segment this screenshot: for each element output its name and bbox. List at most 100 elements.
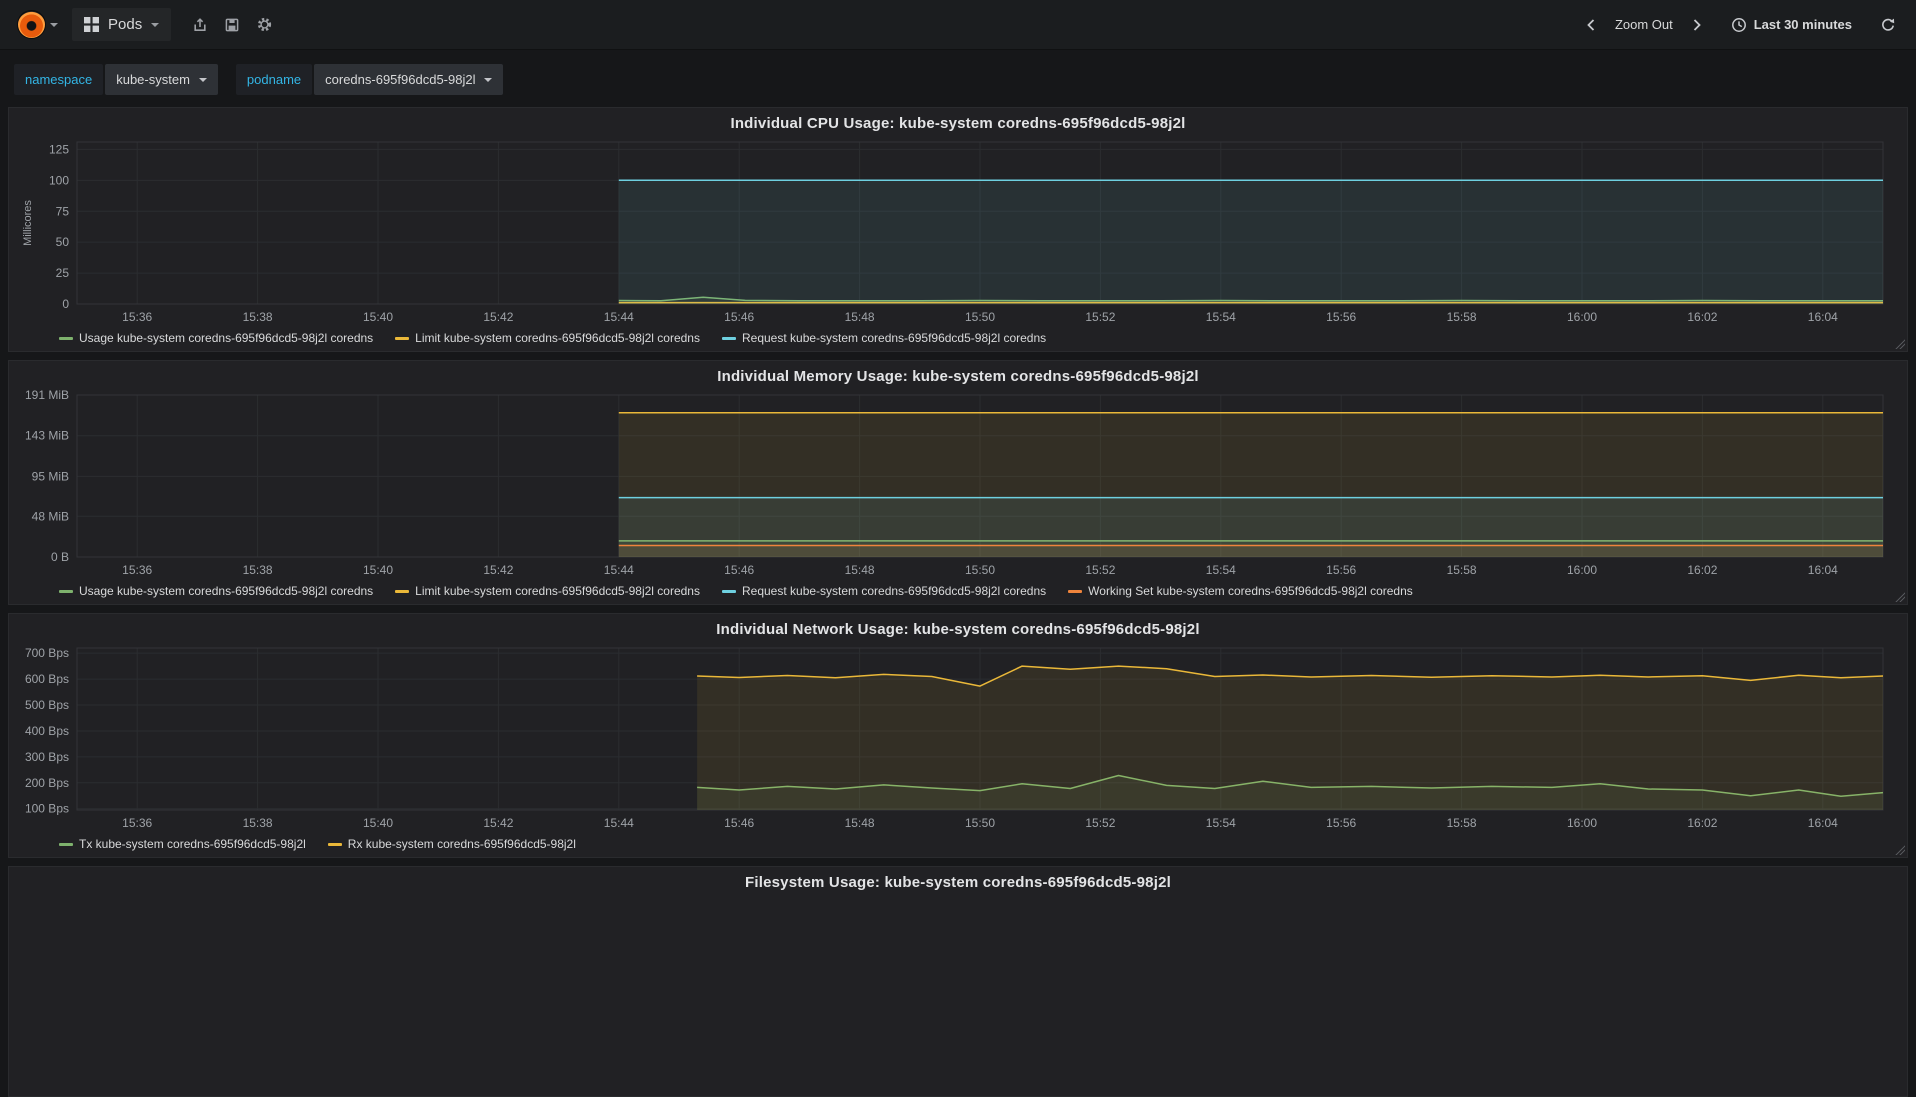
- panel-filesystem-usage: Filesystem Usage: kube-system coredns-69…: [8, 866, 1908, 1097]
- variable-podname-dropdown[interactable]: coredns-695f96dcd5-98j2l: [314, 64, 504, 95]
- legend-item[interactable]: Request kube-system coredns-695f96dcd5-9…: [721, 584, 1046, 598]
- svg-text:15:46: 15:46: [724, 563, 754, 577]
- svg-text:25: 25: [56, 266, 70, 280]
- svg-text:300 Bps: 300 Bps: [25, 750, 69, 764]
- dashboard-actions: [185, 10, 279, 40]
- time-range-label: Last 30 minutes: [1753, 17, 1852, 32]
- variable-podname: podname coredns-695f96dcd5-98j2l: [235, 64, 504, 95]
- svg-text:15:54: 15:54: [1206, 816, 1236, 830]
- svg-text:15:50: 15:50: [965, 816, 995, 830]
- legend-item[interactable]: Limit kube-system coredns-695f96dcd5-98j…: [395, 584, 700, 598]
- variable-podname-label: podname: [235, 64, 313, 95]
- legend-series-label: Tx kube-system coredns-695f96dcd5-98j2l: [79, 837, 306, 851]
- panel-network-usage: Individual Network Usage: kube-system co…: [8, 613, 1908, 858]
- svg-text:15:38: 15:38: [243, 816, 273, 830]
- time-shift-forward-button[interactable]: [1685, 12, 1709, 38]
- chart-canvas: 15:36 15:38 15:40 15:42 15:44 15:46 15:48 15:50…: [22, 141, 1884, 324]
- cpu-usage-chart[interactable]: 15:36 15:38 15:40 15:42 15:44 15:46 15:48 15:50…: [19, 134, 1897, 328]
- svg-text:16:00: 16:00: [1567, 816, 1597, 830]
- legend-item[interactable]: Working Set kube-system coredns-695f96dc…: [1068, 584, 1413, 598]
- panel-memory-usage: Individual Memory Usage: kube-system cor…: [8, 360, 1908, 605]
- grafana-menu-button[interactable]: [14, 11, 62, 38]
- time-shift-back-button[interactable]: [1579, 12, 1603, 38]
- panel-title[interactable]: Filesystem Usage: kube-system coredns-69…: [19, 869, 1897, 893]
- network-usage-chart[interactable]: 15:36 15:38 15:40 15:42 15:44 15:46 15:48 15:50…: [19, 640, 1897, 834]
- chevron-left-icon: [1585, 18, 1597, 32]
- panel-title[interactable]: Individual Memory Usage: kube-system cor…: [19, 363, 1897, 387]
- legend-item[interactable]: Request kube-system coredns-695f96dcd5-9…: [721, 331, 1047, 345]
- legend-series-label: Usage kube-system coredns-695f96dcd5-98j…: [79, 331, 374, 345]
- cpu-usage-legend: Usage kube-system coredns-695f96dcd5-98j…: [19, 328, 1897, 349]
- legend-series-label: Limit kube-system coredns-695f96dcd5-98j…: [415, 331, 700, 345]
- svg-text:700 Bps: 700 Bps: [25, 646, 69, 660]
- filesystem-usage-legend: [19, 1087, 1897, 1094]
- share-button[interactable]: [185, 10, 215, 40]
- svg-text:48 MiB: 48 MiB: [32, 509, 69, 523]
- svg-text:16:02: 16:02: [1687, 816, 1717, 830]
- legend-item[interactable]: Limit kube-system coredns-695f96dcd5-98j…: [395, 331, 700, 345]
- svg-text:15:58: 15:58: [1447, 310, 1477, 324]
- svg-text:400 Bps: 400 Bps: [25, 724, 69, 738]
- panel-resize-handle[interactable]: [1894, 591, 1905, 602]
- dashboard-picker-button[interactable]: Pods: [72, 8, 172, 41]
- zoom-out-button[interactable]: Zoom Out: [1609, 11, 1679, 38]
- svg-text:15:50: 15:50: [965, 563, 995, 577]
- svg-text:15:58: 15:58: [1447, 563, 1477, 577]
- legend-item[interactable]: Usage kube-system coredns-695f96dcd5-98j…: [59, 584, 373, 598]
- svg-text:15:42: 15:42: [483, 310, 513, 324]
- settings-button[interactable]: [249, 10, 279, 40]
- memory-usage-legend: Usage kube-system coredns-695f96dcd5-98j…: [19, 581, 1897, 602]
- svg-text:16:02: 16:02: [1687, 310, 1717, 324]
- save-button[interactable]: [217, 10, 247, 40]
- svg-text:143 MiB: 143 MiB: [25, 429, 69, 443]
- svg-text:50: 50: [56, 235, 70, 249]
- svg-text:75: 75: [56, 204, 70, 218]
- panel-resize-handle[interactable]: [1894, 338, 1905, 349]
- share-icon: [192, 17, 208, 33]
- time-range-picker[interactable]: Last 30 minutes: [1725, 11, 1858, 39]
- legend-series-color: [59, 842, 73, 846]
- variable-namespace-value: kube-system: [116, 72, 190, 87]
- svg-text:16:00: 16:00: [1567, 310, 1597, 324]
- svg-text:16:04: 16:04: [1808, 563, 1838, 577]
- svg-text:15:36: 15:36: [122, 310, 152, 324]
- svg-text:191 MiB: 191 MiB: [25, 388, 69, 402]
- svg-text:15:42: 15:42: [483, 816, 513, 830]
- panel-title[interactable]: Individual Network Usage: kube-system co…: [19, 616, 1897, 640]
- svg-text:16:04: 16:04: [1808, 310, 1838, 324]
- panel-resize-handle[interactable]: [1894, 844, 1905, 855]
- gear-icon: [256, 16, 273, 33]
- dashboard-panels: Individual CPU Usage: kube-system coredn…: [0, 107, 1916, 1097]
- svg-text:15:56: 15:56: [1326, 310, 1356, 324]
- legend-series-label: Request kube-system coredns-695f96dcd5-9…: [741, 331, 1047, 345]
- svg-text:15:40: 15:40: [363, 563, 393, 577]
- panel-title[interactable]: Individual CPU Usage: kube-system coredn…: [19, 110, 1897, 134]
- memory-usage-chart[interactable]: 15:36 15:38 15:40 15:42 15:44 15:46 15:48 15:50…: [19, 387, 1897, 581]
- legend-series-color: [395, 336, 410, 340]
- svg-text:100 Bps: 100 Bps: [25, 802, 69, 816]
- svg-text:15:54: 15:54: [1206, 563, 1236, 577]
- variable-podname-value: coredns-695f96dcd5-98j2l: [325, 72, 476, 87]
- svg-text:15:46: 15:46: [724, 816, 754, 830]
- legend-series-color: [395, 589, 410, 593]
- legend-item[interactable]: Rx kube-system coredns-695f96dcd5-98j2l: [327, 837, 576, 851]
- legend-series-color: [59, 589, 73, 593]
- legend-item[interactable]: Tx kube-system coredns-695f96dcd5-98j2l: [59, 837, 306, 851]
- chevron-down-icon: [50, 22, 58, 27]
- time-controls: Zoom Out Last 30 minutes: [1579, 11, 1902, 39]
- svg-text:15:38: 15:38: [243, 310, 273, 324]
- network-usage-legend: Tx kube-system coredns-695f96dcd5-98j2l R…: [19, 834, 1897, 855]
- legend-series-color: [721, 336, 736, 340]
- legend-item[interactable]: Usage kube-system coredns-695f96dcd5-98j…: [59, 331, 373, 345]
- svg-text:16:04: 16:04: [1808, 816, 1838, 830]
- dashboards-grid-icon: [84, 17, 99, 32]
- variable-namespace-dropdown[interactable]: kube-system: [105, 64, 218, 95]
- filesystem-usage-chart[interactable]: [19, 893, 1897, 1087]
- refresh-button[interactable]: [1874, 11, 1902, 39]
- svg-text:0: 0: [62, 297, 69, 311]
- legend-series-color: [59, 336, 73, 340]
- legend-series-color: [1068, 589, 1083, 593]
- svg-text:15:50: 15:50: [965, 310, 995, 324]
- chevron-down-icon: [484, 77, 493, 82]
- chevron-right-icon: [1691, 18, 1703, 32]
